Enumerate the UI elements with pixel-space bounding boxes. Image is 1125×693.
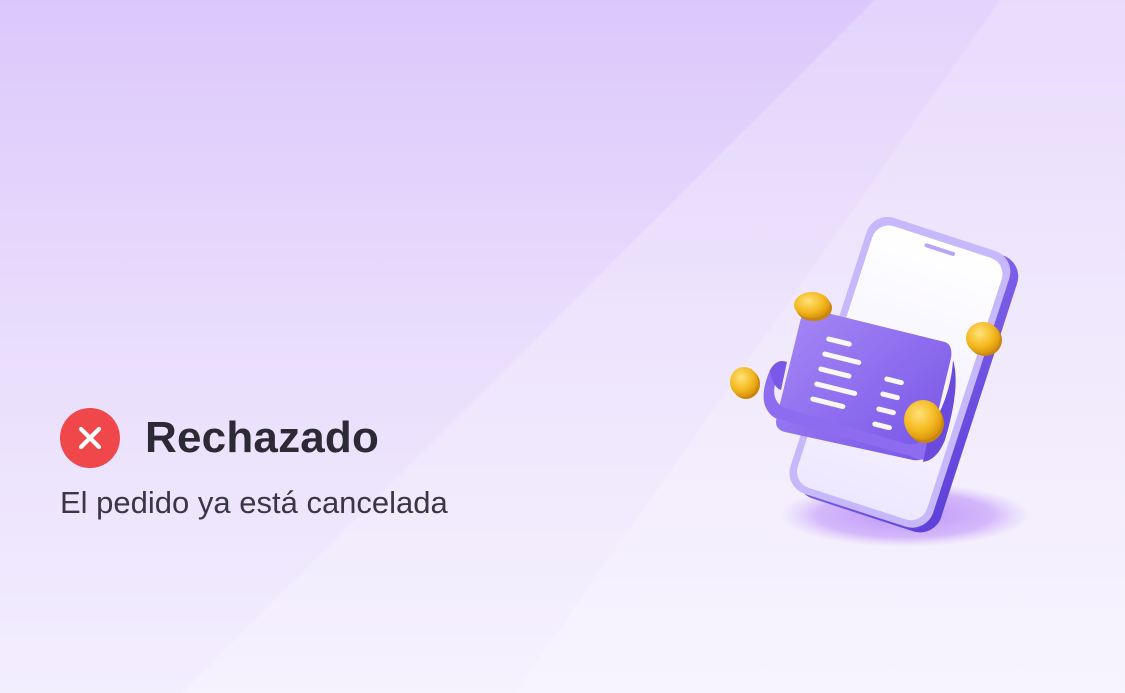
status-message: El pedido ya está cancelada <box>60 485 448 520</box>
rejected-status-screen: Rechazado El pedido ya está cancelada <box>0 0 1125 693</box>
status-header: Rechazado <box>60 408 379 468</box>
phone-receipt-coins-illustration <box>715 210 1045 565</box>
status-title: Rechazado <box>145 413 380 462</box>
close-circle-icon <box>60 408 120 468</box>
